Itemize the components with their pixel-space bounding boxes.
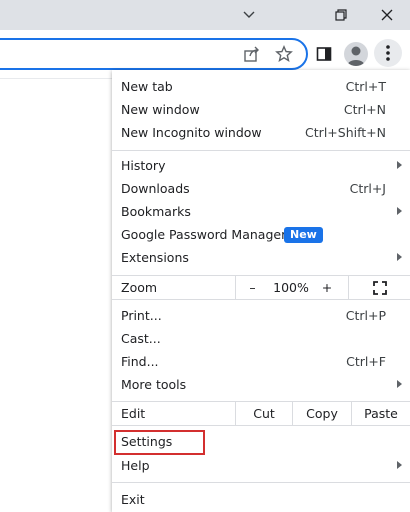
paste-button[interactable]: Paste (351, 402, 410, 425)
menu-divider (112, 150, 410, 151)
menu-item-help[interactable]: Help (112, 454, 410, 477)
page-divider (0, 78, 112, 79)
zoom-level: 100% (269, 276, 313, 299)
submenu-arrow-icon (397, 253, 402, 261)
menu-item-find[interactable]: Find... Ctrl+F (112, 350, 410, 373)
zoom-label: Zoom (121, 280, 158, 295)
menu-label: History (121, 158, 166, 173)
menu-label: Exit (121, 492, 145, 507)
star-icon[interactable] (272, 42, 296, 66)
shortcut-label: Ctrl+P (345, 308, 386, 323)
menu-item-downloads[interactable]: Downloads Ctrl+J (112, 177, 410, 200)
menu-item-more-tools[interactable]: More tools (112, 373, 410, 396)
submenu-arrow-icon (397, 380, 402, 388)
fullscreen-icon (372, 280, 387, 295)
settings-highlight-box (114, 430, 205, 455)
cut-button[interactable]: Cut (235, 402, 292, 425)
menu-divider (112, 482, 410, 483)
submenu-arrow-icon (397, 461, 402, 469)
menu-label: New window (121, 102, 200, 117)
menu-item-password-manager[interactable]: Google Password Manager New (112, 223, 410, 246)
edit-row: Edit Cut Copy Paste (112, 402, 410, 425)
menu-label: New tab (121, 79, 173, 94)
side-panel-icon[interactable] (312, 42, 336, 66)
paste-label: Paste (364, 406, 398, 421)
menu-icon[interactable] (374, 39, 402, 67)
tab-search-chevron-icon[interactable] (226, 0, 272, 30)
zoom-in-label: + (321, 280, 333, 295)
zoom-out-button[interactable]: – (235, 276, 269, 299)
menu-label: Print... (121, 308, 162, 323)
menu-label: Extensions (121, 250, 189, 265)
menu-item-extensions[interactable]: Extensions (112, 246, 410, 269)
title-bar (0, 0, 410, 30)
submenu-arrow-icon (397, 207, 402, 215)
shortcut-label: Ctrl+N (343, 102, 386, 117)
menu-item-cast[interactable]: Cast... (112, 327, 410, 350)
restore-icon[interactable] (318, 0, 364, 30)
zoom-out-label: – (249, 280, 256, 295)
shortcut-label: Ctrl+T (345, 79, 386, 94)
menu-label: Help (121, 458, 150, 473)
new-badge: New (284, 227, 323, 243)
cut-label: Cut (253, 406, 275, 421)
menu-item-new-window[interactable]: New window Ctrl+N (112, 98, 410, 121)
shortcut-label: Ctrl+Shift+N (305, 125, 386, 140)
menu-label: Bookmarks (121, 204, 191, 219)
copy-button[interactable]: Copy (292, 402, 351, 425)
edit-label: Edit (121, 406, 146, 421)
menu-item-history[interactable]: History (112, 154, 410, 177)
menu-item-exit[interactable]: Exit (112, 488, 410, 511)
menu-item-new-tab[interactable]: New tab Ctrl+T (112, 75, 410, 98)
menu-item-bookmarks[interactable]: Bookmarks (112, 200, 410, 223)
menu-label: Downloads (121, 181, 190, 196)
zoom-row: Zoom – 100% + (112, 276, 410, 299)
menu-label: Find... (121, 354, 159, 369)
menu-divider (112, 425, 410, 426)
zoom-value: 100% (273, 280, 309, 295)
menu-item-print[interactable]: Print... Ctrl+P (112, 304, 410, 327)
shortcut-label: Ctrl+F (346, 354, 386, 369)
menu-label: Cast... (121, 331, 161, 346)
close-icon[interactable] (364, 0, 410, 30)
shortcut-label: Ctrl+J (349, 181, 386, 196)
profile-icon[interactable] (344, 42, 368, 66)
share-icon[interactable] (240, 42, 264, 66)
menu-item-new-incognito-window[interactable]: New Incognito window Ctrl+Shift+N (112, 121, 410, 144)
copy-label: Copy (306, 406, 338, 421)
menu-label: New Incognito window (121, 125, 262, 140)
submenu-arrow-icon (397, 161, 402, 169)
menu-label: More tools (121, 377, 187, 392)
menu-label: Google Password Manager (121, 227, 287, 242)
zoom-in-button[interactable]: + (313, 276, 341, 299)
menu-divider (112, 299, 410, 300)
fullscreen-button[interactable] (348, 276, 410, 299)
